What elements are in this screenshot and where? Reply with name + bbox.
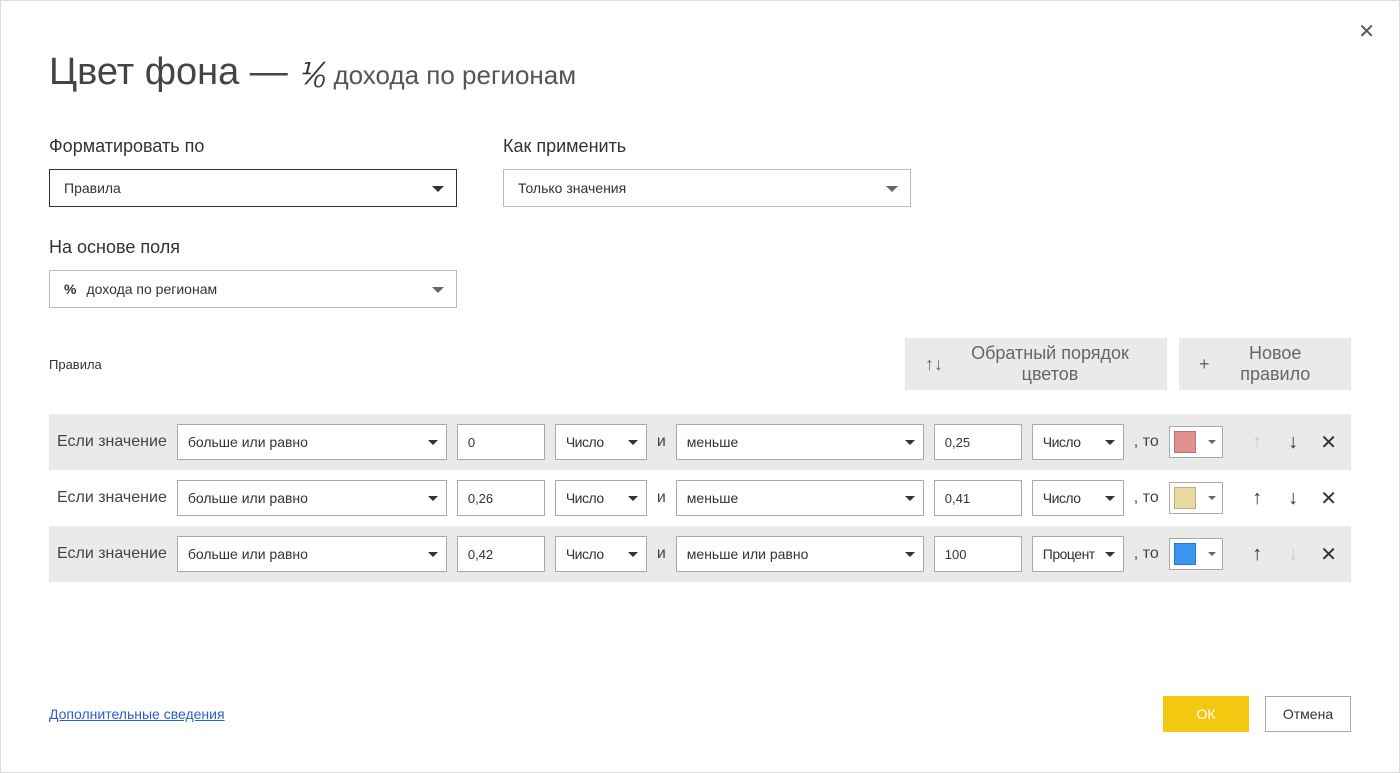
delete-rule-icon[interactable]: ✕	[1320, 486, 1337, 511]
move-down-icon: ↓	[1284, 543, 1302, 566]
close-icon[interactable]: ✕	[1358, 19, 1375, 44]
reverse-colors-label: Обратный порядок цветов	[953, 343, 1147, 385]
chevron-down-icon	[1208, 552, 1216, 556]
new-rule-label: Новое правило	[1218, 343, 1333, 385]
move-up-icon[interactable]: ↑	[1248, 487, 1266, 510]
value1-input[interactable]	[457, 424, 545, 460]
apply-to-value: Только значения	[518, 180, 626, 196]
then-label: , то	[1134, 545, 1159, 563]
apply-to-label: Как применить	[503, 136, 911, 157]
type1-select[interactable]: Число	[555, 480, 647, 516]
based-on-value: дохода по регионам	[86, 281, 217, 297]
ok-button[interactable]: ОК	[1163, 696, 1249, 732]
based-on-label: На основе поля	[49, 237, 457, 258]
operator1-select[interactable]: больше или равно	[177, 536, 447, 572]
move-up-icon: ↑	[1248, 431, 1266, 454]
and-label: и	[657, 545, 666, 563]
color-swatch	[1174, 487, 1196, 509]
operator2-select[interactable]: меньше	[676, 480, 924, 516]
operator1-select[interactable]: больше или равно	[177, 480, 447, 516]
and-label: и	[657, 489, 666, 507]
conditional-formatting-dialog: ✕ Цвет фона — ⅟₀ дохода по регионам Форм…	[0, 0, 1400, 773]
then-label: , то	[1134, 433, 1159, 451]
type1-select[interactable]: Число	[555, 536, 647, 572]
type2-select[interactable]: Число	[1032, 480, 1124, 516]
color-picker[interactable]	[1169, 482, 1223, 514]
move-up-icon[interactable]: ↑	[1248, 543, 1266, 566]
rule-row: Если значение больше или равно Число и м…	[49, 414, 1351, 470]
color-swatch	[1174, 543, 1196, 565]
operator2-select[interactable]: меньше или равно	[676, 536, 924, 572]
color-swatch	[1174, 431, 1196, 453]
format-by-value: Правила	[64, 180, 121, 196]
delete-rule-icon[interactable]: ✕	[1320, 542, 1337, 567]
cancel-button[interactable]: Отмена	[1265, 696, 1351, 732]
learn-more-link[interactable]: Дополнительные сведения	[49, 706, 225, 722]
title-sub: дохода по регионам	[333, 60, 576, 91]
color-picker[interactable]	[1169, 426, 1223, 458]
if-value-label: Если значение	[57, 545, 167, 563]
type2-select[interactable]: Число	[1032, 424, 1124, 460]
title-main: Цвет фона —	[49, 51, 288, 94]
move-down-icon[interactable]: ↓	[1284, 431, 1302, 454]
format-by-label: Форматировать по	[49, 136, 457, 157]
rule-row: Если значение больше или равно Число и м…	[49, 526, 1351, 582]
delete-rule-icon[interactable]: ✕	[1320, 430, 1337, 455]
then-label: , то	[1134, 489, 1159, 507]
rule-row: Если значение больше или равно Число и м…	[49, 470, 1351, 526]
apply-to-select[interactable]: Только значения	[503, 169, 911, 207]
chevron-down-icon	[1208, 496, 1216, 500]
if-value-label: Если значение	[57, 489, 167, 507]
type2-select[interactable]: Процент	[1032, 536, 1124, 572]
percent-field-icon: %	[64, 281, 76, 297]
chevron-down-icon	[1208, 440, 1216, 444]
new-rule-button[interactable]: + Новое правило	[1179, 338, 1351, 390]
rules-section-label: Правила	[49, 357, 102, 372]
type1-select[interactable]: Число	[555, 424, 647, 460]
operator1-select[interactable]: больше или равно	[177, 424, 447, 460]
dialog-title: Цвет фона — ⅟₀ дохода по регионам	[49, 51, 1351, 94]
based-on-select[interactable]: % дохода по регионам	[49, 270, 457, 308]
value1-input[interactable]	[457, 536, 545, 572]
value2-input[interactable]	[934, 480, 1022, 516]
value2-input[interactable]	[934, 424, 1022, 460]
percent-icon: ⅟₀	[298, 57, 324, 92]
color-picker[interactable]	[1169, 538, 1223, 570]
reverse-colors-button[interactable]: ↑↓ Обратный порядок цветов	[905, 338, 1167, 390]
value1-input[interactable]	[457, 480, 545, 516]
and-label: и	[657, 433, 666, 451]
if-value-label: Если значение	[57, 433, 167, 451]
value2-input[interactable]	[934, 536, 1022, 572]
operator2-select[interactable]: меньше	[676, 424, 924, 460]
move-down-icon[interactable]: ↓	[1284, 487, 1302, 510]
plus-icon: +	[1199, 354, 1210, 375]
format-by-select[interactable]: Правила	[49, 169, 457, 207]
sort-icon: ↑↓	[925, 354, 943, 375]
